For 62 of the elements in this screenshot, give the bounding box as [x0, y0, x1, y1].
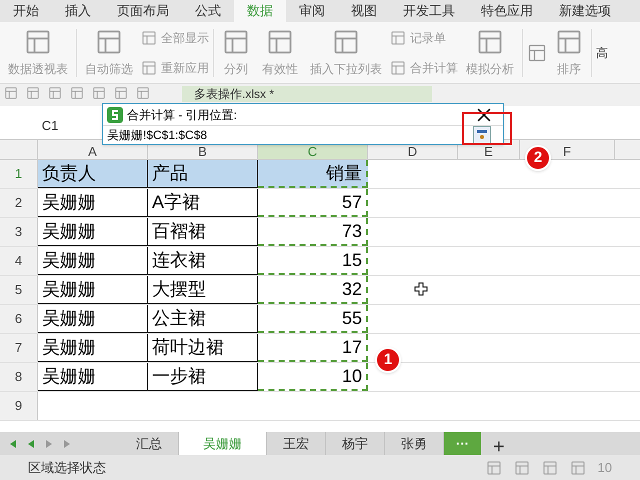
- next-sheet-icon[interactable]: [44, 438, 54, 448]
- last-sheet-icon[interactable]: [62, 438, 72, 448]
- previous-sheet-icon[interactable]: [26, 438, 36, 448]
- table-cell: 吴姗姗: [38, 189, 148, 217]
- row-header[interactable]: 2: [0, 189, 38, 217]
- menu-tab[interactable]: 插入: [52, 0, 104, 22]
- collapse-dialog-button[interactable]: [473, 126, 491, 144]
- table-cell: 产品: [148, 160, 258, 188]
- table-cell: 10: [258, 363, 368, 391]
- table-cell: 吴姗姗: [38, 218, 148, 246]
- highlight-frame: [462, 112, 512, 145]
- menu-tab[interactable]: 特色应用: [468, 0, 546, 22]
- table-cell: 17: [258, 334, 368, 362]
- table-cell: 吴姗姗: [38, 334, 148, 362]
- callout-number: 2: [525, 145, 551, 171]
- table-cell: 吴姗姗: [38, 363, 148, 391]
- menu-tab[interactable]: 新建选项: [546, 0, 624, 22]
- row-header[interactable]: 8: [0, 363, 38, 391]
- dialog-title: 合并计算 - 引用位置:: [127, 106, 237, 124]
- pivot-table-icon: [24, 28, 52, 56]
- row-header[interactable]: 3: [0, 218, 38, 246]
- menu-tab[interactable]: 视图: [338, 0, 390, 22]
- first-sheet-icon[interactable]: [8, 438, 18, 448]
- table-cell: 销量: [258, 160, 368, 188]
- table-cell: 大摆型: [148, 276, 258, 304]
- row-header[interactable]: 5: [0, 276, 38, 304]
- add-sheet-button[interactable]: +: [481, 432, 517, 455]
- table-cell: 公主裙: [148, 305, 258, 333]
- table-cell: 57: [258, 189, 368, 217]
- table-cell: 15: [258, 247, 368, 275]
- name-box[interactable]: C1: [0, 116, 100, 135]
- table-cell: 73: [258, 218, 368, 246]
- callout-number: 1: [375, 347, 401, 373]
- row-header[interactable]: 7: [0, 334, 38, 362]
- close-icon[interactable]: [477, 108, 491, 122]
- app-logo-icon: [107, 106, 123, 122]
- row-header[interactable]: 4: [0, 247, 38, 275]
- table-cell: 百褶裙: [148, 218, 258, 246]
- cursor-icon: [414, 282, 428, 296]
- table-cell: 32: [258, 276, 368, 304]
- row-header[interactable]: 9: [0, 392, 38, 420]
- collapse-icon: [476, 129, 488, 141]
- document-tab[interactable]: 多表操作.xlsx *: [182, 86, 432, 102]
- row-header[interactable]: 1: [0, 160, 38, 188]
- menu-tab[interactable]: 公式: [182, 0, 234, 22]
- menu-tab[interactable]: 审阅: [286, 0, 338, 22]
- menu-tab[interactable]: 开发工具: [390, 0, 468, 22]
- table-cell: 连衣裙: [148, 247, 258, 275]
- sheet-tab[interactable]: 吴姗姗: [179, 432, 267, 455]
- menu-tab[interactable]: 页面布局: [104, 0, 182, 22]
- table-cell: A字裙: [148, 189, 258, 217]
- table-cell: 负责人: [38, 160, 148, 188]
- row-header[interactable]: 6: [0, 305, 38, 333]
- table-cell: 荷叶边裙: [148, 334, 258, 362]
- table-cell: 吴姗姗: [38, 276, 148, 304]
- table-cell: 吴姗姗: [38, 247, 148, 275]
- table-cell: 55: [258, 305, 368, 333]
- ribbon-label[interactable]: 高: [596, 44, 608, 62]
- table-cell: 一步裙: [148, 363, 258, 391]
- menu-tab[interactable]: 开始: [0, 0, 52, 22]
- status-text: 区域选择状态: [28, 458, 106, 477]
- table-cell: 吴姗姗: [38, 305, 148, 333]
